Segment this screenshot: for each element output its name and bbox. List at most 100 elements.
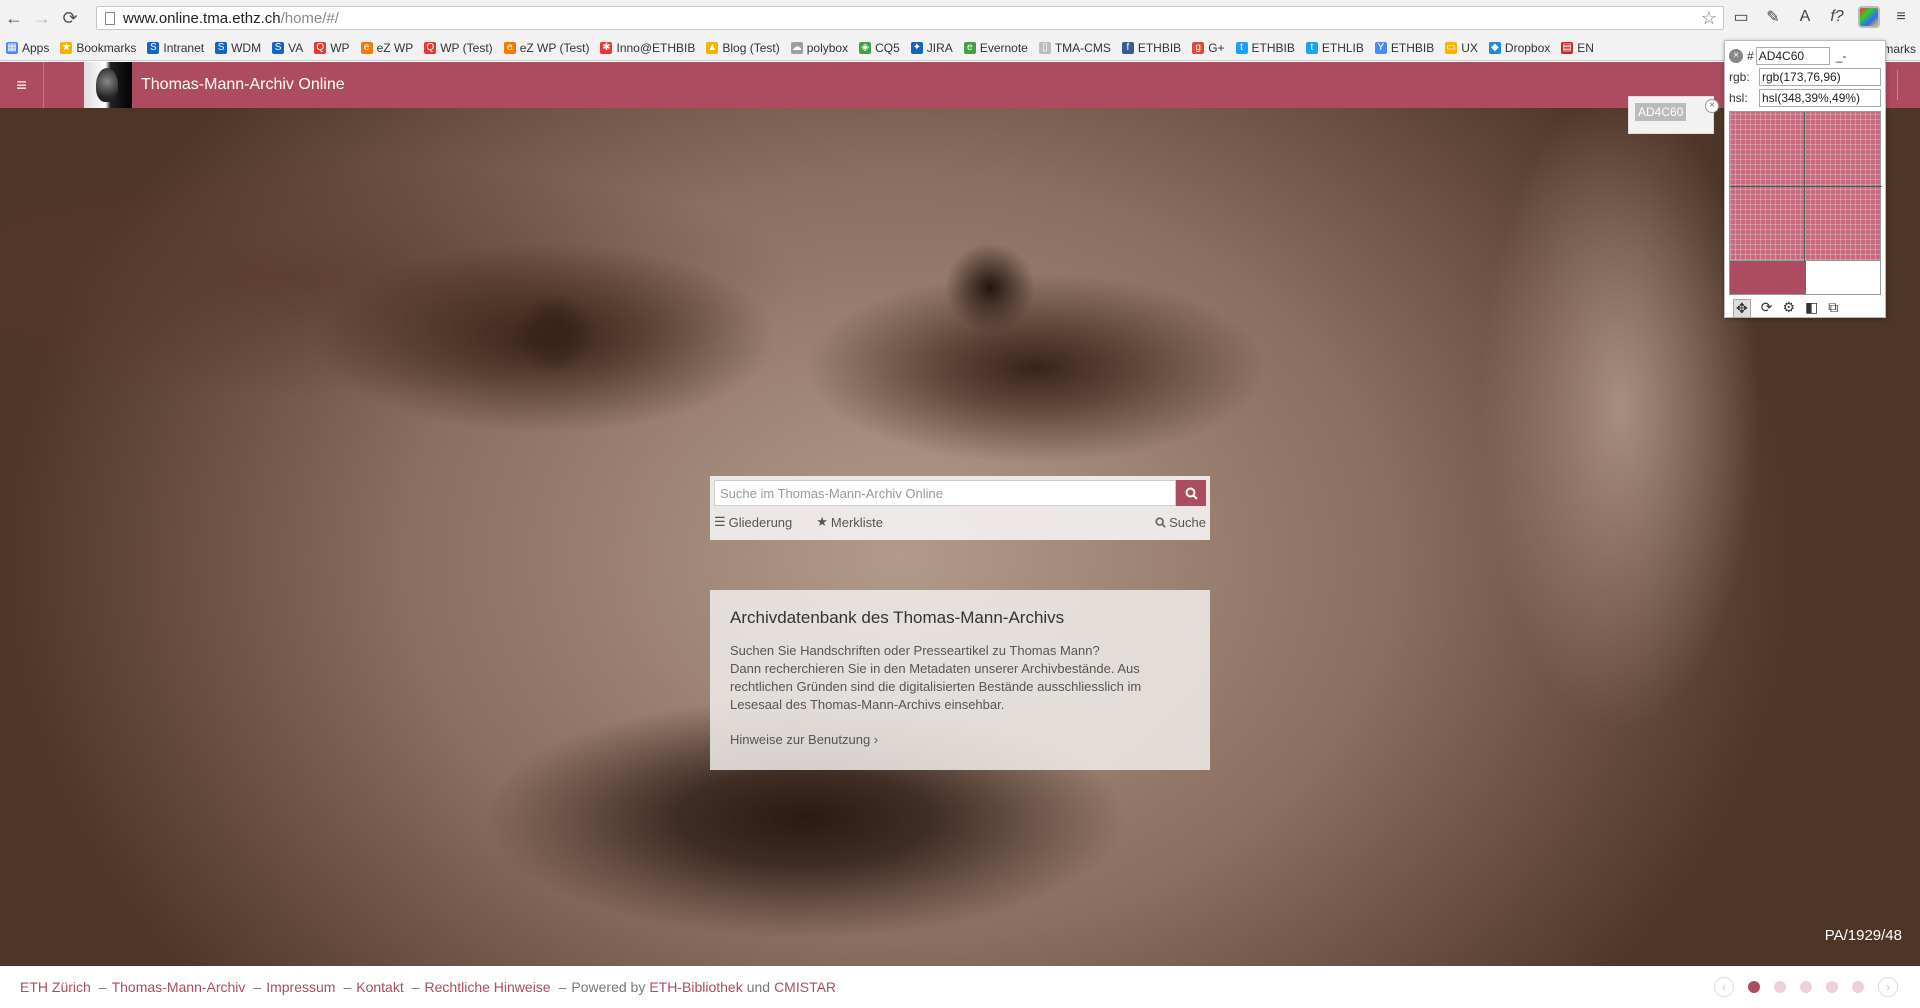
eyedropper-extension-icon[interactable]: ✎ — [1762, 6, 1784, 28]
palette-icon[interactable]: ◧ — [1805, 299, 1818, 318]
forward-button[interactable]: → — [28, 4, 56, 32]
bookmark-label: ETHBIB — [1137, 41, 1182, 55]
bookmark-star-icon[interactable]: ☆ — [1701, 8, 1717, 29]
slide-dot[interactable] — [1826, 981, 1838, 993]
bookmark-icon: e — [963, 42, 976, 54]
bookmark-icon: ▭ — [1445, 42, 1458, 54]
bookmark-item[interactable]: ◆ Dropbox — [1488, 41, 1551, 55]
hex-field[interactable]: AD4C60 — [1755, 46, 1830, 65]
bookmark-label: Dropbox — [1504, 41, 1551, 55]
thomas-mann-portrait-logo[interactable] — [84, 62, 132, 108]
bookmark-item[interactable]: t ETHBIB — [1235, 41, 1295, 55]
bookmark-item[interactable]: ▤ EN — [1561, 41, 1594, 55]
bookmark-item[interactable]: t ETHLIB — [1305, 41, 1364, 55]
bookmark-icon: ★ — [60, 42, 73, 54]
info-title: Archivdatenbank des Thomas-Mann-Archivs — [730, 608, 1065, 627]
url-host: www.online.tma.ethz.ch — [123, 9, 281, 27]
footer-link-impressum[interactable]: Impressum — [266, 979, 335, 995]
advanced-search-link[interactable]: Suche — [1155, 514, 1206, 530]
bookmark-label: ETHBIB — [1390, 41, 1435, 55]
chrome-menu-icon[interactable]: ≡ — [1890, 6, 1912, 28]
bookmark-icon: ✦ — [910, 42, 923, 54]
site-title[interactable]: Thomas-Mann-Archiv Online — [141, 76, 345, 94]
bookmark-item[interactable]: ★ Bookmarks — [60, 41, 136, 55]
bookmark-item[interactable]: ✱ Inno@ETHBIB — [600, 41, 695, 55]
bookmark-item[interactable]: ▯ TMA-CMS — [1038, 41, 1111, 55]
prev-slide-button[interactable]: ‹ — [1714, 977, 1734, 997]
bookmark-label: Intranet — [163, 41, 205, 55]
hsl-field[interactable]: hsl(348,39%,49%) — [1759, 88, 1881, 107]
slide-dot[interactable] — [1852, 981, 1864, 993]
bookmark-item[interactable]: ▦ Apps — [6, 41, 49, 55]
screen-capture-extension-icon[interactable]: ▭ — [1730, 6, 1752, 28]
bookmark-icon: Y — [1374, 42, 1387, 54]
footer-link-tma[interactable]: Thomas-Mann-Archiv — [112, 979, 246, 995]
refresh-icon[interactable]: ⟳ — [1761, 299, 1773, 318]
slide-dot[interactable] — [1774, 981, 1786, 993]
minimize-button[interactable]: _- — [1836, 49, 1847, 63]
bookmark-item[interactable]: f ETHBIB — [1121, 41, 1182, 55]
bookmark-item[interactable]: ▲ Blog (Test) — [706, 41, 780, 55]
bookmark-label: polybox — [806, 41, 849, 55]
slide-dot[interactable] — [1748, 981, 1760, 993]
bookmark-icon: ▦ — [6, 42, 18, 54]
whatfont-extension-icon[interactable]: f? — [1826, 6, 1848, 28]
bookmark-item[interactable]: S Intranet — [147, 41, 204, 55]
popout-icon[interactable]: ⧉ — [1828, 299, 1838, 318]
slide-dot[interactable] — [1800, 981, 1812, 993]
footer-link-ethbib[interactable]: ETH-Bibliothek — [649, 979, 742, 995]
gear-icon[interactable]: ⚙ — [1782, 299, 1795, 318]
bookmark-item[interactable]: e eZ WP — [360, 41, 413, 55]
outline-link[interactable]: ☰ Gliederung — [714, 514, 792, 530]
bookmark-icon: g — [1192, 42, 1205, 54]
reload-button[interactable]: ⟳ — [56, 4, 84, 32]
bookmark-label: TMA-CMS — [1054, 41, 1111, 55]
pick-tool-icon[interactable]: ✥ — [1733, 299, 1751, 318]
footer-link-eth[interactable]: ETH Zürich — [20, 979, 91, 995]
footer-link-kontakt[interactable]: Kontakt — [356, 979, 403, 995]
back-button[interactable]: ← — [0, 4, 28, 32]
bookmarks-bar: ▦ Apps ★ Bookmarks S Intranet S WDM S VA Q WP e eZ WP… — [0, 36, 1920, 61]
pixel-zoom-view[interactable] — [1729, 111, 1882, 262]
font-extension-icon[interactable]: A — [1794, 6, 1816, 28]
bookmark-item[interactable]: g G+ — [1192, 41, 1225, 55]
header-divider — [1897, 70, 1898, 100]
bookmark-item[interactable]: ☁ polybox — [790, 41, 849, 55]
close-icon[interactable]: × — [1705, 99, 1719, 113]
bookmark-item[interactable]: e eZ WP (Test) — [503, 41, 589, 55]
bookmark-item[interactable]: ✦ JIRA — [910, 41, 953, 55]
bookmark-icon: ▲ — [706, 42, 719, 54]
bookmark-item[interactable]: Q WP — [314, 41, 350, 55]
bookmark-icon: S — [272, 42, 285, 54]
colorpicker-hex-tooltip: AD4C60 × — [1628, 96, 1719, 134]
search-input[interactable] — [714, 480, 1176, 506]
bookmark-item[interactable]: ◈ CQ5 — [859, 41, 900, 55]
hamburger-menu-icon[interactable]: ≡ — [0, 62, 44, 108]
footer-link-legal[interactable]: Rechtliche Hinweise — [425, 979, 551, 995]
bookmark-item[interactable]: Q WP (Test) — [424, 41, 493, 55]
other-bookmarks[interactable]: marks — [1883, 42, 1916, 56]
bookmark-label: Bookmarks — [76, 41, 137, 55]
next-slide-button[interactable]: › — [1878, 977, 1898, 997]
bookmark-item[interactable]: Y ETHBIB — [1374, 41, 1435, 55]
bookmark-item[interactable]: e Evernote — [963, 41, 1028, 55]
previous-color-swatch — [1806, 261, 1880, 294]
close-icon[interactable]: × — [1729, 48, 1743, 63]
bookmark-item[interactable]: ▭ UX — [1445, 41, 1478, 55]
usage-notes-link[interactable]: Hinweise zur Benutzung › — [730, 732, 1190, 747]
bookmark-item[interactable]: S WDM — [215, 41, 261, 55]
slideshow-pager: ‹ › — [1714, 977, 1898, 997]
hex-tooltip-value[interactable]: AD4C60 — [1635, 103, 1687, 121]
footer-link-cmistar[interactable]: CMISTAR — [774, 979, 836, 995]
bookmark-icon: ▤ — [1561, 42, 1574, 54]
address-bar[interactable]: www.online.tma.ethz.ch/home/#/ ☆ — [96, 6, 1724, 30]
rgb-field[interactable]: rgb(173,76,96) — [1759, 67, 1881, 86]
colorpicker-extension-icon[interactable] — [1858, 6, 1880, 28]
search-button[interactable] — [1176, 480, 1206, 506]
footer-separator: – — [343, 979, 352, 995]
watchlist-link[interactable]: ★ Merkliste — [816, 514, 883, 530]
bookmark-item[interactable]: S VA — [272, 41, 303, 55]
hsl-label: hsl: — [1729, 90, 1748, 105]
bookmark-label: Apps — [22, 41, 50, 55]
star-icon: ★ — [816, 514, 828, 529]
